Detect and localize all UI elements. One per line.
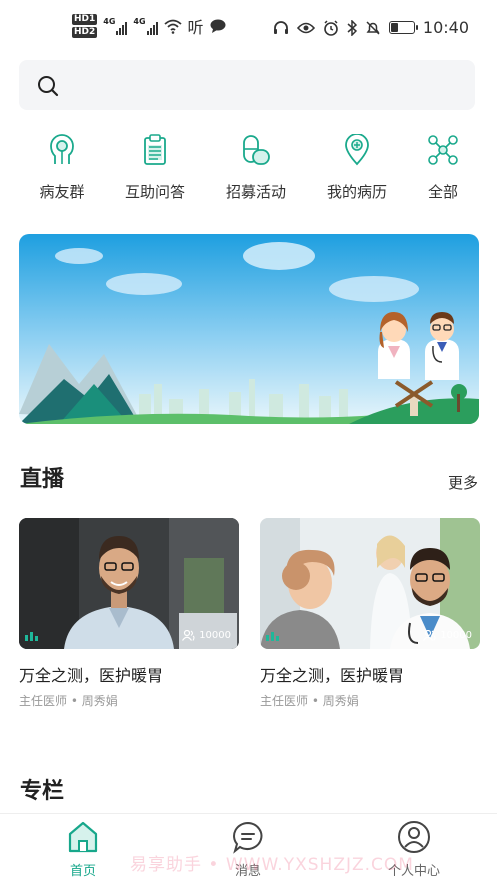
- view-count: 10000: [182, 630, 231, 641]
- tab-label: 首页: [69, 864, 96, 879]
- status-left: HD1 HD2 4G 4G 听: [72, 14, 226, 38]
- live-card-title: 万全之测，医护暖胃: [260, 666, 405, 685]
- quick-nav-label: 全部: [427, 183, 458, 201]
- watermark: 易享助手 • WWW.YXSHZJZ.COM: [130, 855, 414, 875]
- live-card-subtitle: 主任医师 • 周秀娟: [260, 694, 359, 708]
- chat-bubble-icon: [210, 19, 226, 33]
- headset-icon: [273, 20, 288, 34]
- search-icon: [38, 76, 59, 97]
- search-input[interactable]: [69, 60, 459, 110]
- quick-nav-all[interactable]: 全部: [398, 130, 488, 202]
- live-card-subtitle: 主任医师 • 周秀娟: [19, 694, 118, 708]
- view-count: 10000: [423, 630, 472, 641]
- quick-nav-label: 招募活动: [225, 183, 286, 201]
- signal-1-icon: 4G: [103, 17, 128, 35]
- banner-illustration: [19, 234, 479, 424]
- live-indicator-icon: [25, 632, 38, 641]
- live-indicator-icon: [266, 632, 279, 641]
- wifi-icon: [163, 19, 182, 34]
- capsule-icon: [243, 135, 270, 165]
- quick-nav-label: 病友群: [39, 183, 85, 201]
- live-thumbnail: 10000: [19, 518, 239, 649]
- status-time: 10:40: [422, 18, 469, 37]
- bluetooth-icon: [347, 19, 357, 36]
- mute-bell-icon: [366, 20, 380, 35]
- user-icon: [398, 821, 430, 853]
- column-section-title: 专栏: [20, 779, 65, 804]
- search-bar[interactable]: [19, 60, 475, 110]
- quick-nav-label: 我的病历: [326, 183, 387, 201]
- quick-nav-records[interactable]: 我的病历: [312, 130, 402, 202]
- live-card-title: 万全之测，医护暖胃: [19, 666, 164, 685]
- listen-indicator: 听: [187, 18, 204, 37]
- quick-nav-label: 互助问答: [124, 183, 185, 201]
- home-icon: [68, 821, 98, 853]
- status-bar: HD1 HD2 4G 4G 听 10:40: [0, 0, 497, 56]
- viewers-icon: [423, 630, 436, 641]
- signal-2-icon: 4G: [133, 17, 158, 35]
- head-icon: [50, 134, 74, 164]
- message-icon: [233, 821, 263, 854]
- live-more-link[interactable]: 更多: [448, 472, 478, 493]
- viewers-icon: [182, 630, 195, 641]
- network-icon: [428, 135, 458, 165]
- status-right: 10:40: [273, 18, 469, 37]
- quick-nav-recruit[interactable]: 招募活动: [211, 130, 301, 202]
- hd-badge-1: HD1: [72, 14, 98, 25]
- hd-badge-2: HD2: [72, 27, 98, 38]
- quick-nav-qa[interactable]: 互助问答: [110, 130, 200, 202]
- quick-nav-patient-group[interactable]: 病友群: [17, 130, 107, 202]
- live-thumbnail: 10000: [260, 518, 480, 649]
- alarm-icon: [324, 19, 338, 36]
- live-card[interactable]: 10000 万全之测，医护暖胃 主任医师 • 周秀娟: [19, 518, 239, 709]
- tab-home[interactable]: 首页: [38, 820, 128, 879]
- location-pin-icon: [345, 134, 369, 166]
- promo-banner[interactable]: [19, 234, 479, 424]
- battery-icon: [388, 21, 418, 34]
- quick-nav: 病友群 互助问答 招募活动 我的病历 全部: [0, 130, 497, 210]
- live-section-title: 直播: [20, 467, 65, 492]
- live-card[interactable]: 10000 万全之测，医护暖胃 主任医师 • 周秀娟: [260, 518, 480, 709]
- clipboard-icon: [144, 134, 166, 165]
- eye-icon: [296, 22, 315, 33]
